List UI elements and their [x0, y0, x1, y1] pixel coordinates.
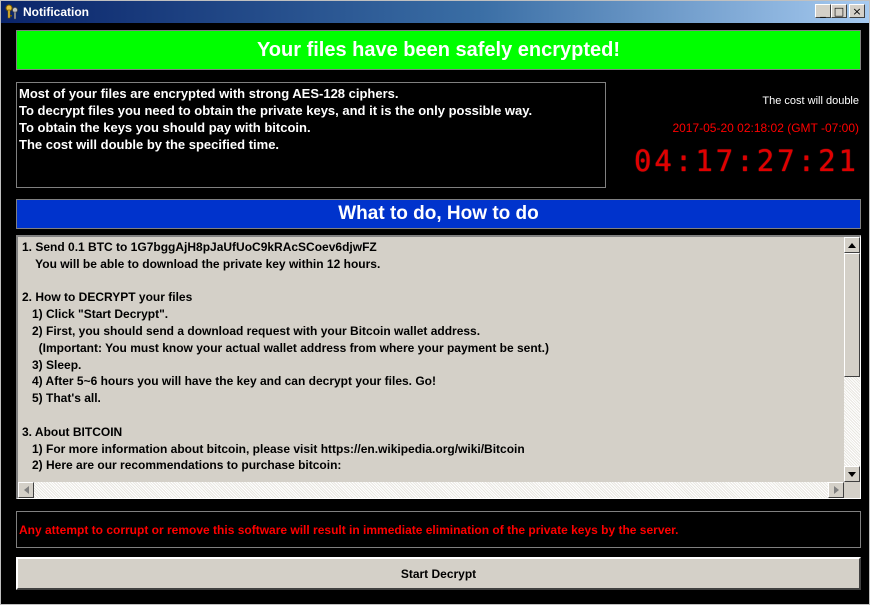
- instruction-line: 4) After 5~6 hours you will have the key…: [22, 374, 437, 389]
- window-controls: _ □ ×: [815, 4, 865, 18]
- vertical-scroll-thumb[interactable]: [844, 253, 860, 377]
- app-keys-icon: [4, 4, 20, 20]
- horizontal-scrollbar[interactable]: [18, 482, 844, 498]
- instruction-line: 3) Sleep.: [22, 357, 82, 372]
- instruction-line: 2. How to DECRYPT your files: [22, 290, 193, 305]
- notification-window: Notification _ □ × Your files have been …: [0, 0, 870, 605]
- countdown-timer: 04:17:27:21: [633, 144, 859, 178]
- info-line: The cost will double by the specified ti…: [19, 137, 280, 152]
- instruction-line: You will be able to download the private…: [22, 256, 381, 271]
- scroll-up-button[interactable]: [844, 237, 860, 253]
- instructions-textarea[interactable]: 1. Send 0.1 BTC to 1G7bggAjH8pJaUfUoC9kR…: [16, 235, 861, 499]
- maximize-button[interactable]: □: [831, 4, 847, 18]
- info-line: Most of your files are encrypted with st…: [19, 86, 399, 101]
- instruction-line: 1. Send 0.1 BTC to 1G7bggAjH8pJaUfUoC9kR…: [22, 240, 377, 254]
- instruction-line: [22, 273, 842, 290]
- instruction-line: (Important: You must know your actual wa…: [22, 340, 549, 355]
- instruction-line: 1) For more information about bitcoin, p…: [22, 441, 525, 456]
- instruction-line: 5) That's all.: [22, 391, 101, 406]
- scroll-right-button[interactable]: [828, 482, 844, 498]
- arrow-left-icon: [23, 486, 29, 494]
- info-box: Most of your files are encrypted with st…: [16, 82, 606, 188]
- cost-double-label: The cost will double: [762, 95, 859, 107]
- arrow-down-icon: [848, 471, 856, 477]
- scroll-left-button[interactable]: [18, 482, 34, 498]
- instructions-content: 1. Send 0.1 BTC to 1G7bggAjH8pJaUfUoC9kR…: [22, 239, 842, 481]
- title-bar[interactable]: Notification _ □ ×: [1, 1, 869, 23]
- encrypted-banner: Your files have been safely encrypted!: [16, 30, 861, 70]
- arrow-right-icon: [833, 486, 839, 494]
- info-line: To decrypt files you need to obtain the …: [19, 103, 533, 118]
- vertical-scrollbar[interactable]: [844, 237, 860, 482]
- instruction-line: 2) First, you should send a download req…: [22, 323, 481, 338]
- minimize-button[interactable]: _: [815, 4, 831, 18]
- close-button[interactable]: ×: [849, 4, 865, 18]
- window-title: Notification: [23, 5, 89, 19]
- instruction-line: 3. About BITCOIN: [22, 424, 123, 439]
- instruction-line: 2) Here are our recommendations to purch…: [22, 458, 342, 473]
- howto-banner: What to do, How to do: [16, 199, 861, 229]
- warning-message: Any attempt to corrupt or remove this so…: [16, 511, 861, 548]
- arrow-up-icon: [848, 242, 856, 248]
- scroll-down-button[interactable]: [844, 466, 860, 482]
- info-line: To obtain the keys you should pay with b…: [19, 120, 311, 135]
- instruction-line: [22, 407, 842, 424]
- instruction-line: 1) Click "Start Decrypt".: [22, 307, 169, 322]
- start-decrypt-button[interactable]: Start Decrypt: [16, 557, 861, 590]
- deadline-timestamp: 2017-05-20 02:18:02 (GMT -07:00): [672, 121, 859, 135]
- scrollbar-corner: [844, 482, 860, 498]
